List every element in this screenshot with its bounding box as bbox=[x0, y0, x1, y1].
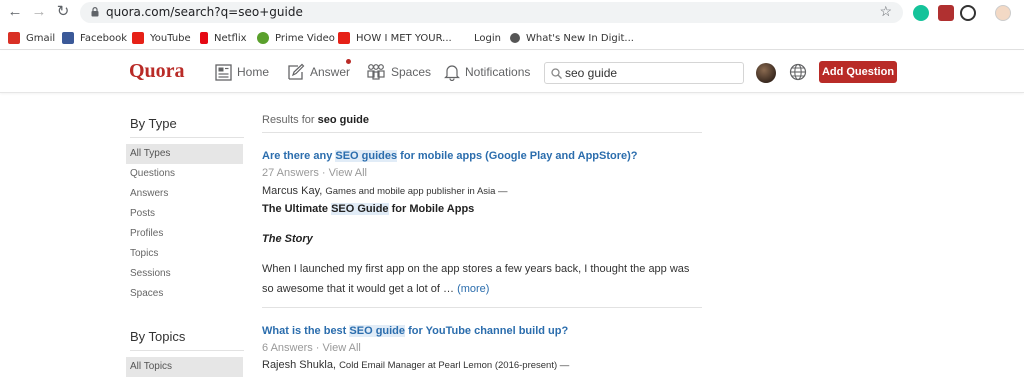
answer-heading: The Ultimate SEO Guide for Mobile Apps bbox=[262, 203, 474, 215]
divider bbox=[130, 137, 244, 138]
extension-icon[interactable] bbox=[960, 5, 976, 21]
home-icon bbox=[215, 63, 232, 81]
profile-avatar[interactable] bbox=[995, 5, 1011, 21]
prime-video-icon bbox=[257, 32, 269, 44]
bookmark-label: HOW I MET YOUR... bbox=[356, 32, 452, 44]
bookmark-digit[interactable]: What's New In Digit... bbox=[510, 31, 634, 45]
bookmark-facebook[interactable]: Facebook bbox=[62, 31, 127, 45]
results-prefix: Results for bbox=[262, 114, 315, 126]
filter-profiles[interactable]: Profiles bbox=[126, 224, 243, 244]
address-bar[interactable]: quora.com/search?q=seo+guide ☆ bbox=[80, 2, 903, 23]
globe-icon[interactable] bbox=[789, 63, 807, 81]
author-name[interactable]: Rajesh Shukla, bbox=[262, 359, 336, 371]
answer-subheading: The Story bbox=[262, 233, 313, 245]
filter-sessions[interactable]: Sessions bbox=[126, 264, 243, 284]
result-question-title[interactable]: What is the best SEO guide for YouTube c… bbox=[262, 325, 568, 337]
bookmark-label: Prime Video bbox=[275, 32, 335, 44]
search-input[interactable] bbox=[565, 65, 735, 81]
user-avatar[interactable] bbox=[756, 63, 776, 83]
divider bbox=[262, 132, 702, 133]
add-question-button[interactable]: Add Question bbox=[819, 61, 897, 83]
title-text: Are there any bbox=[262, 150, 336, 162]
author-name[interactable]: Marcus Kay, bbox=[262, 185, 322, 197]
answer-snippet: When I launched my first app on the app … bbox=[262, 259, 702, 299]
netflix-icon bbox=[200, 32, 208, 44]
bookmark-netflix[interactable]: Netflix bbox=[200, 31, 247, 45]
browser-toolbar: ← → ↻ quora.com/search?q=seo+guide ☆ bbox=[0, 0, 1024, 25]
grammarly-extension-icon[interactable] bbox=[913, 5, 929, 21]
more-link[interactable]: (more) bbox=[457, 283, 489, 295]
nav-notifications-label: Notifications bbox=[465, 65, 531, 79]
results-query: seo guide bbox=[317, 114, 369, 126]
reload-icon[interactable]: ↻ bbox=[54, 3, 72, 21]
bookmark-label: Login bbox=[474, 32, 501, 44]
title-text: What is the best bbox=[262, 325, 350, 337]
quora-header: Quora Home Answer Spaces Notifications s… bbox=[0, 51, 1024, 93]
result-question-title[interactable]: Are there any SEO guides for mobile apps… bbox=[262, 150, 638, 162]
filter-answers[interactable]: Answers bbox=[126, 184, 243, 204]
author-line: Rajesh Shukla, Cold Email Manager at Pea… bbox=[262, 359, 569, 371]
highlighted-term: SEO guides bbox=[335, 150, 398, 162]
nav-answer-label: Answer bbox=[310, 65, 351, 79]
bookmark-label: YouTube bbox=[150, 32, 191, 44]
back-arrow-icon[interactable]: ← bbox=[6, 3, 24, 21]
bookmark-label: Netflix bbox=[214, 32, 247, 44]
bookmark-how-i-met[interactable]: HOW I MET YOUR... bbox=[338, 31, 452, 45]
bookmark-star-icon[interactable]: ☆ bbox=[879, 3, 892, 20]
title-text: The Ultimate bbox=[262, 203, 332, 215]
divider bbox=[130, 350, 244, 351]
extension-icon[interactable] bbox=[938, 5, 954, 21]
filter-all-types[interactable]: All Types bbox=[126, 144, 243, 164]
nav-spaces-label: Spaces bbox=[391, 65, 432, 79]
highlighted-term: SEO guide bbox=[349, 325, 406, 337]
author-credential: Cold Email Manager at Pearl Lemon (2016-… bbox=[339, 360, 570, 371]
nav-answer[interactable]: Answer bbox=[287, 61, 350, 83]
bell-icon bbox=[444, 65, 460, 81]
answer-count[interactable]: 27 Answers · View All bbox=[262, 167, 367, 179]
youtube-icon bbox=[132, 32, 144, 44]
forward-arrow-icon[interactable]: → bbox=[30, 3, 48, 21]
nav-home-label: Home bbox=[237, 65, 270, 79]
gmail-icon bbox=[8, 32, 20, 44]
url-text: quora.com/search?q=seo+guide bbox=[106, 5, 303, 19]
filter-spaces[interactable]: Spaces bbox=[126, 284, 243, 304]
bookmark-prime-video[interactable]: Prime Video bbox=[257, 31, 335, 45]
author-credential: Games and mobile app publisher in Asia — bbox=[325, 186, 508, 197]
nav-spaces[interactable]: Spaces bbox=[366, 61, 431, 83]
filter-questions[interactable]: Questions bbox=[126, 164, 243, 184]
filter-all-topics[interactable]: All Topics bbox=[126, 357, 243, 377]
bookmark-gmail[interactable]: Gmail bbox=[8, 31, 55, 45]
by-topics-heading: By Topics bbox=[130, 329, 186, 344]
answer-pencil-icon bbox=[288, 63, 305, 80]
title-text: for mobile apps (Google Play and AppStor… bbox=[397, 150, 638, 162]
results-heading: Results for seo guide bbox=[262, 114, 369, 126]
bookmarks-bar: Gmail Facebook YouTube Netflix Prime Vid… bbox=[0, 25, 1024, 50]
filter-posts[interactable]: Posts bbox=[126, 204, 243, 224]
title-text: for YouTube channel build up? bbox=[405, 325, 569, 337]
answer-count[interactable]: 6 Answers · View All bbox=[262, 342, 361, 354]
bookmark-label: What's New In Digit... bbox=[526, 32, 634, 44]
facebook-icon bbox=[62, 32, 74, 44]
author-line: Marcus Kay, Games and mobile app publish… bbox=[262, 185, 508, 197]
quora-logo[interactable]: Quora bbox=[129, 60, 185, 83]
title-text: for Mobile Apps bbox=[388, 203, 475, 215]
filter-topics[interactable]: Topics bbox=[126, 244, 243, 264]
bookmark-youtube[interactable]: YouTube bbox=[132, 31, 191, 45]
divider bbox=[262, 307, 702, 308]
nav-home[interactable]: Home bbox=[215, 61, 269, 83]
digit-icon bbox=[510, 33, 520, 43]
highlighted-term: SEO Guide bbox=[331, 203, 389, 215]
bookmark-login[interactable]: Login bbox=[474, 31, 501, 45]
bookmark-label: Gmail bbox=[26, 32, 56, 44]
search-box[interactable] bbox=[544, 62, 744, 84]
lock-icon bbox=[91, 7, 99, 17]
bookmark-label: Facebook bbox=[80, 32, 127, 44]
notification-dot bbox=[346, 59, 351, 64]
by-type-heading: By Type bbox=[130, 116, 177, 131]
search-icon bbox=[551, 68, 562, 79]
youtube-icon bbox=[338, 32, 350, 44]
nav-notifications[interactable]: Notifications bbox=[444, 61, 530, 83]
spaces-people-icon bbox=[367, 64, 385, 80]
